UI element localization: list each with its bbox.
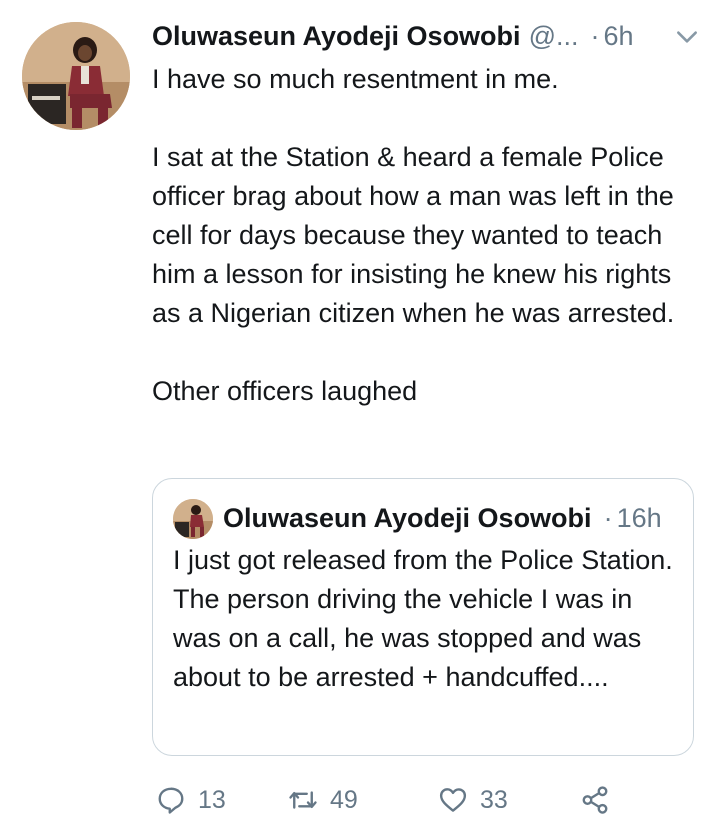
quoted-avatar-photo xyxy=(173,499,213,539)
quoted-separator-dot: · xyxy=(603,502,613,533)
reply-button[interactable]: 13 xyxy=(156,778,226,822)
quoted-author-name: Oluwaseun Ayodeji Osowobi xyxy=(223,502,592,533)
retweet-icon xyxy=(289,791,317,809)
quoted-time: 16h xyxy=(616,502,662,533)
author-name[interactable]: Oluwaseun Ayodeji Osowobi xyxy=(152,21,521,52)
tweet-text: I have so much resentment in me. I sat a… xyxy=(152,64,675,406)
author-handle[interactable]: @... xyxy=(529,21,579,52)
like-count: 33 xyxy=(480,785,508,814)
tweet-header: Oluwaseun Ayodeji Osowobi @... · 6h xyxy=(152,14,700,58)
avatar-photo xyxy=(22,22,130,130)
quoted-text: I just got released from the Police Stat… xyxy=(173,545,680,692)
quoted-header: Oluwaseun Ayodeji Osowobi · 16h xyxy=(223,497,662,539)
chevron-down-icon[interactable] xyxy=(674,24,700,50)
tweet-time[interactable]: 6h xyxy=(603,21,633,52)
retweet-button[interactable]: 49 xyxy=(288,778,358,822)
reply-count: 13 xyxy=(198,785,226,814)
retweet-count: 49 xyxy=(330,785,358,814)
heart-icon xyxy=(439,788,467,812)
reply-icon xyxy=(158,787,184,814)
share-icon xyxy=(582,786,608,814)
author-avatar[interactable] xyxy=(22,22,130,130)
share-button[interactable] xyxy=(580,778,622,822)
separator-dot: · xyxy=(590,20,600,51)
quoted-tweet[interactable]: Oluwaseun Ayodeji Osowobi · 16h I just g… xyxy=(152,478,694,756)
like-button[interactable]: 33 xyxy=(438,778,508,822)
quoted-author-avatar xyxy=(173,499,213,539)
tweet-actions: 13 49 33 xyxy=(156,778,696,822)
